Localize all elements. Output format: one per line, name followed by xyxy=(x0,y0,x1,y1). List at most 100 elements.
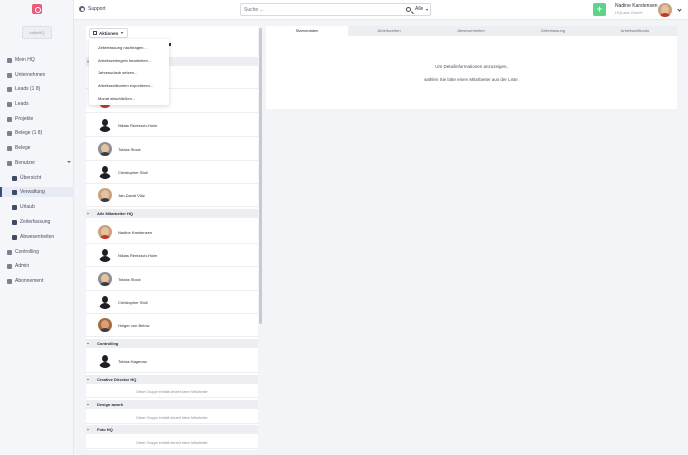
lifebuoy-icon xyxy=(79,6,85,12)
triangle-down-icon xyxy=(87,404,89,405)
menu-item-arbeitszeitkonten-export[interactable]: Arbeitszeitkonten exportieren... xyxy=(98,83,153,88)
company-logo-badge: kallisHQ xyxy=(22,26,52,39)
app-logo[interactable] xyxy=(32,4,42,14)
chevron-down-icon xyxy=(121,32,124,34)
support-link[interactable]: Support xyxy=(79,6,106,12)
avatar xyxy=(98,142,112,156)
table-row[interactable]: Jan-David Völz xyxy=(86,184,258,207)
sidebar-item-abonnement[interactable]: Abonnement xyxy=(0,276,74,286)
sidebar-item-belege-count[interactable]: Belege (1 8) xyxy=(0,128,74,138)
sidebar-item-uebersicht[interactable]: Übersicht xyxy=(0,173,74,183)
actions-dropdown-menu: Zeiterfassung nachtragen... Arbeitszeitr… xyxy=(89,39,169,105)
monitor-icon xyxy=(12,234,17,240)
chevron-down-icon[interactable] xyxy=(426,9,428,11)
table-row[interactable]: Nadine Karstensen xyxy=(86,221,258,244)
sidebar-item-leads-count[interactable]: Leads (1 8) xyxy=(0,84,74,94)
sidebar-item-admin[interactable]: Admin xyxy=(0,261,74,271)
checkbox-icon xyxy=(12,204,17,210)
tag-icon xyxy=(7,86,12,92)
sidebar-item-mein-hq[interactable]: Mein HQ xyxy=(0,55,74,65)
tab-arbeitszeiten[interactable]: Arbeitszeiten xyxy=(348,26,430,36)
avatar xyxy=(98,248,112,262)
list-scrollbar[interactable] xyxy=(259,28,262,324)
sidebar-item-unternehmen[interactable]: Unternehmen xyxy=(0,70,74,80)
user-cog-icon xyxy=(12,189,17,195)
tag-icon xyxy=(7,101,12,107)
avatar xyxy=(98,354,112,368)
user-company: HQLabs GmbH xyxy=(615,10,643,15)
search-icon[interactable] xyxy=(406,7,411,12)
sidebar-item-urlaub[interactable]: Urlaub xyxy=(0,202,74,212)
detail-message-line2: wählen Sie bitte einen Mitarbeiter aus d… xyxy=(424,77,519,82)
chevron-down-icon xyxy=(67,161,71,163)
sidebar: kallisHQ Mein HQ Unternehmen Leads (1 8)… xyxy=(0,0,74,455)
table-row[interactable]: Christopher Stoll xyxy=(86,161,258,184)
avatar xyxy=(98,272,112,286)
search-scope-select[interactable]: Alle xyxy=(415,6,423,12)
group-row-foto-hq[interactable]: Foto HQ xyxy=(86,425,258,434)
sidebar-item-leads[interactable]: Leads xyxy=(0,99,74,109)
top-bar: Support Alle + Nadine Karstensen HQLabs … xyxy=(74,0,688,20)
sidebar-item-abwesenheiten[interactable]: Abwesenheiten xyxy=(0,232,74,242)
monitor-icon xyxy=(12,175,17,181)
detail-tabs: Stammdaten Arbeitszeiten Abwesenheiten Z… xyxy=(266,26,677,36)
table-row[interactable]: Niklas Rentzsch-Holm xyxy=(86,244,258,267)
triangle-down-icon xyxy=(87,379,89,380)
list-header-marker xyxy=(169,43,171,46)
user-name[interactable]: Nadine Karstensen xyxy=(615,3,658,9)
search-input[interactable] xyxy=(244,6,404,14)
avatar xyxy=(98,225,112,239)
users-icon xyxy=(7,160,12,166)
table-row[interactable]: Tobias Stock xyxy=(86,268,258,291)
avatar xyxy=(98,295,112,309)
group-row-creative-director[interactable]: Creative Director HQ xyxy=(86,375,258,384)
table-row[interactable]: Tobias Stock xyxy=(86,138,258,161)
menu-item-arbeitszeitregeln[interactable]: Arbeitszeitregeln bearbeiten... xyxy=(98,58,151,63)
empty-group-message: Diese Gruppe enthält derzeit keine Mitar… xyxy=(86,437,258,449)
chevron-down-icon[interactable] xyxy=(677,7,682,12)
actions-button[interactable]: Aktionen xyxy=(89,28,128,38)
sidebar-item-benutzer[interactable]: Benutzer xyxy=(0,158,74,168)
table-row[interactable]: Tobias Hagenau xyxy=(86,350,258,373)
user-avatar-image xyxy=(658,3,672,17)
chart-icon xyxy=(7,249,12,255)
avatar xyxy=(98,165,112,179)
sidebar-item-projekte[interactable]: Projekte xyxy=(0,114,74,124)
empty-group-message: Diese Gruppe enthält derzeit keine Mitar… xyxy=(86,386,258,398)
detail-message-line1: Um Detailinformationen anzuzeigen, xyxy=(435,64,508,69)
user-avatar[interactable] xyxy=(658,3,672,17)
gear-icon xyxy=(7,278,12,284)
sidebar-item-verwaltung[interactable]: Verwaltung xyxy=(0,187,74,197)
table-row[interactable]: Holger von Below xyxy=(86,314,258,337)
menu-item-jahresurlaub[interactable]: Jahresurlaub setzen... xyxy=(98,70,137,75)
avatar xyxy=(98,318,112,332)
tab-stammdaten[interactable]: Stammdaten xyxy=(266,26,348,36)
home-icon xyxy=(7,57,12,63)
table-row[interactable]: Christopher Stoll xyxy=(86,291,258,314)
menu-item-zeiterfassung-nachtragen[interactable]: Zeiterfassung nachtragen... xyxy=(98,45,147,50)
tab-abwesenheiten[interactable]: Abwesenheiten xyxy=(430,26,512,36)
triangle-down-icon xyxy=(87,213,89,214)
wrench-icon xyxy=(7,263,12,269)
sidebar-item-belege[interactable]: Belege xyxy=(0,143,74,153)
triangle-down-icon xyxy=(87,343,89,344)
search-box: Alle xyxy=(240,3,431,16)
edit-icon xyxy=(93,31,97,35)
group-row-alle-mitarbeiter[interactable]: Alle Mitarbeiter HQ xyxy=(86,209,258,218)
add-button[interactable]: + xyxy=(593,3,606,16)
list-header: Aktionen xyxy=(86,26,258,38)
avatar xyxy=(98,118,112,132)
menu-item-monat-abschliessen[interactable]: Monat abschließen... xyxy=(98,96,135,101)
sidebar-item-controlling[interactable]: Controlling xyxy=(0,247,74,257)
detail-panel: Stammdaten Arbeitszeiten Abwesenheiten Z… xyxy=(266,26,677,109)
tab-zeiterfassung[interactable]: Zeiterfassung xyxy=(512,26,594,36)
sidebar-item-zeiterfassung[interactable]: Zeiterfassung xyxy=(0,217,74,227)
building-icon xyxy=(7,72,12,78)
group-row-controlling[interactable]: Controlling xyxy=(86,339,258,348)
empty-group-message: Diese Gruppe enthält derzeit keine Mitar… xyxy=(86,412,258,424)
tab-arbeitszeitkonto[interactable]: Arbeitszeitkonto xyxy=(594,26,676,36)
receipt-icon xyxy=(7,130,12,136)
table-row[interactable]: Niklas Rentzsch-Holm xyxy=(86,114,258,137)
receipt-icon xyxy=(7,145,12,151)
group-row-design-awork[interactable]: Design awork xyxy=(86,400,258,409)
